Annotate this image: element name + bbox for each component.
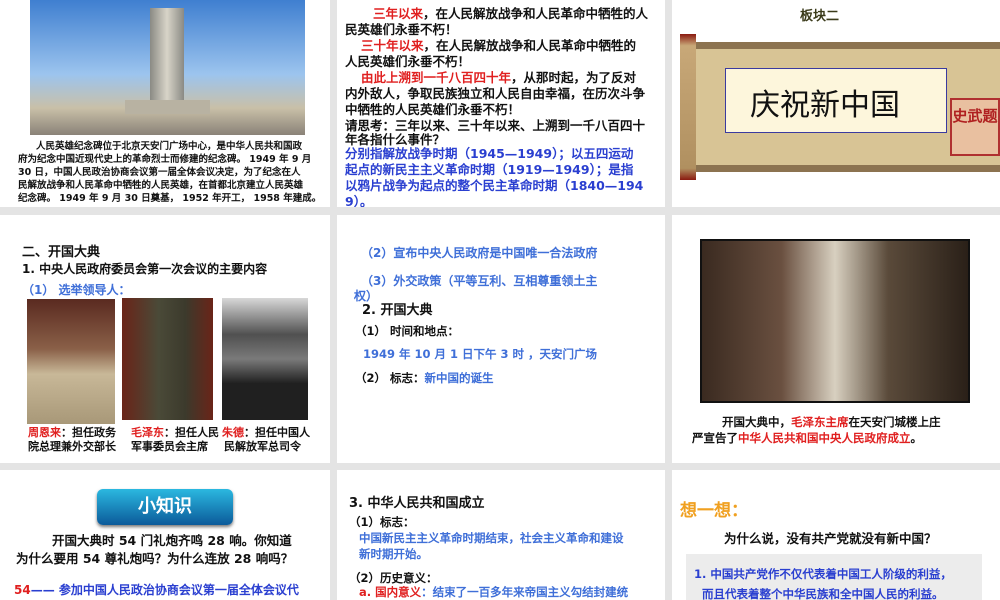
highlight: 三年以来	[373, 6, 424, 21]
item-3: （3）外交政策（平等互利、互相尊重领土主	[361, 274, 598, 288]
think-question: 为什么说，没有共产党就没有新中国？	[724, 531, 937, 546]
section-title: 板块二	[800, 9, 840, 24]
monument-photo	[30, 0, 305, 135]
caption-line: 府为纪念中国近现代史上的革命烈士而修建的纪念碑。 1949 年 9 月	[18, 154, 312, 165]
trivia-question: 开国大典时 54 门礼炮齐鸣 28 响。你知道 为什么要用 54 尊礼炮吗？为什么…	[16, 533, 294, 566]
label: （2） 标志：新中国的诞生	[355, 371, 494, 385]
answer-54: 54—— 参加中国人民政治协商会议第一届全体会议代	[14, 583, 299, 597]
slide-founding-ceremony[interactable]: 二、开国大典 1. 中央人民政府委员会第一次会议的主要内容 （1） 选举领导人：…	[0, 215, 330, 463]
section-title: 3. 中华人民共和国成立	[349, 496, 485, 511]
answer-line: 分别指解放战争时期（1945—1949）；以五四运动	[345, 146, 634, 161]
answer-text: 1. 中国共产党作不仅代表着中国工人阶级的利益， 而且代表着整个中华民族和全中国人…	[694, 567, 952, 600]
highlight: 三十年以来	[361, 38, 424, 53]
text: 人民英雄们永垂不朽！	[345, 54, 471, 69]
slide-monument[interactable]: 人民英雄纪念碑位于北京天安门广场中心，是中华人民共和国政 府为纪念中国近现代史上…	[0, 0, 330, 207]
slide-prc-founded[interactable]: 3. 中华人民共和国成立 （1）标志： 中国新民主主义革命时期结束，社会主义革命…	[337, 470, 665, 600]
answer-line: 以鸦片战争为起点的整个民主革命时期（1840—194	[345, 178, 644, 193]
answer-line: 9）。	[345, 194, 373, 207]
proclamation-photo	[700, 239, 970, 403]
leader-caption: 毛泽东：担任人民 军事委员会主席	[131, 426, 219, 453]
scroll-rod	[680, 34, 696, 180]
answer-line: 起点的新民主主义革命时期（1919—1949）；是指	[345, 162, 634, 177]
scroll-title: 庆祝新中国	[750, 88, 900, 123]
highlight: 由此上溯到一千八百四十年	[361, 70, 512, 85]
zhu-de-photo	[222, 298, 308, 420]
subtitle: 1. 中央人民政府委员会第一次会议的主要内容	[22, 262, 268, 276]
text: 中牺牲的人民英雄们永垂不朽！	[345, 102, 521, 117]
question: 年各指什么事件？	[345, 132, 446, 147]
label: （1） 时间和地点：	[355, 324, 460, 338]
caption-line: 纪念碑。 1949 年 9 月 30 日奠基， 1952 年开工， 1958 年…	[18, 193, 322, 204]
caption-line: 30 日，中国人民政治协商会议第一届全体会议决定，为了纪念在人	[18, 167, 301, 178]
zhou-enlai-photo	[27, 299, 115, 424]
seal-stamp: 史武题	[950, 98, 1000, 156]
domestic-significance: a. 国内意义：结束了一百多年来帝国主义勾结封建统	[359, 585, 629, 599]
slide-trivia[interactable]: 小知识 开国大典时 54 门礼炮齐鸣 28 响。你知道 为什么要用 54 尊礼炮吗…	[0, 470, 330, 600]
slide-meeting-content[interactable]: （2）宣布中央人民政府是中国唯一合法政府 （3）外交政策（平等互利、互相尊重领土…	[337, 215, 665, 463]
mao-zedong-photo	[122, 298, 213, 420]
text: 民英雄们永垂不朽！	[345, 22, 458, 37]
slide-proclamation[interactable]: 开国大典中，毛泽东主席在天安门城楼上庄 严宣告了中华人民共和国中央人民政府成立。	[672, 215, 1000, 463]
caption-line: 人民英雄纪念碑位于北京天安门广场中心，是中华人民共和国政	[36, 141, 303, 152]
text: ，从那时起，为了反对	[511, 70, 637, 85]
leader-caption: 朱德：担任中国人 民解放军总司令	[222, 426, 310, 453]
leader-caption: 周恩来：担任政务 院总理兼外交部长	[28, 426, 116, 453]
slide-inscription[interactable]: 三年以来，在人民解放战争和人民革命中牺牲的人 民英雄们永垂不朽！ 三十年以来，在…	[337, 0, 665, 207]
caption-line: 民解放战争和人民革命中牺牲的人民英雄，在首都北京建立人民英雄	[18, 180, 304, 191]
label: （1）标志：	[349, 515, 415, 529]
item-2: （2）宣布中央人民政府是中国唯一合法政府	[361, 246, 598, 260]
text: 内外敌人，争取民族独立和人民自由幸福，在历次斗争	[345, 86, 646, 101]
text: ，在人民解放战争和人民革命中牺牲的人	[423, 6, 649, 21]
item-label: （1） 选举领导人：	[22, 283, 131, 297]
photo-caption: 开国大典中，毛泽东主席在天安门城楼上庄 严宣告了中华人民共和国中央人民政府成立。	[692, 415, 941, 445]
section-title: 2. 开国大典	[362, 303, 433, 318]
slide-title: 二、开国大典	[22, 245, 101, 260]
think-heading: 想一想：	[680, 501, 748, 521]
trivia-button[interactable]: 小知识	[97, 489, 233, 525]
text: ，在人民解放战争和人民革命中牺牲的	[423, 38, 637, 53]
slide-section-two[interactable]: 板块二 庆祝新中国 史武题	[672, 0, 1000, 207]
slide-think[interactable]: 想一想： 为什么说，没有共产党就没有新中国？ 1. 中国共产党作不仅代表着中国工…	[672, 470, 1000, 600]
value: 中国新民主主义革命时期结束，社会主义革命和建设 新时期开始。	[359, 531, 624, 561]
value: 1949 年 10 月 1 日下午 3 时 ，天安门广场	[363, 347, 598, 361]
